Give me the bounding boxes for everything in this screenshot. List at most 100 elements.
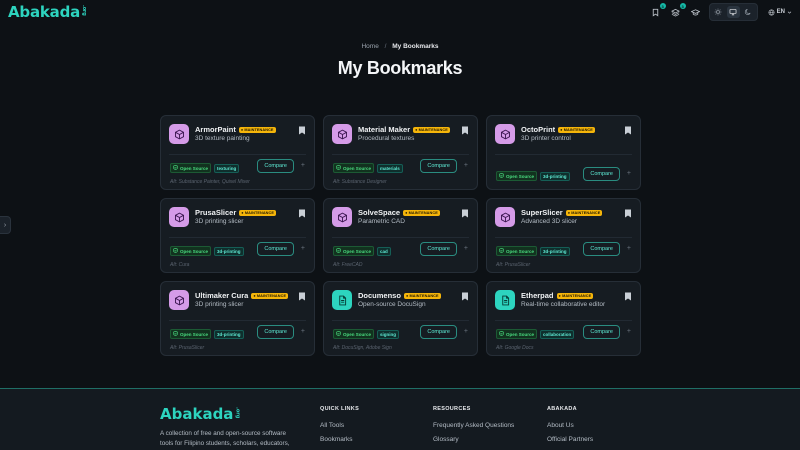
site-logo[interactable]: Abakada .org	[8, 3, 87, 21]
plus-icon[interactable]: +	[464, 328, 468, 335]
category-tag[interactable]: 3d-printing	[540, 171, 570, 181]
language-selector[interactable]: EN	[768, 9, 792, 16]
plus-icon[interactable]: +	[627, 328, 631, 335]
breadcrumb-home[interactable]: Home	[361, 43, 378, 50]
tool-card[interactable]: Documenso ● MAINTENANCE Open-source DocuSi…	[323, 281, 478, 356]
plus-icon[interactable]: +	[627, 170, 631, 177]
tool-name[interactable]: PrusaSlicer	[195, 208, 236, 217]
tool-card[interactable]: Ultimaker Cura ● MAINTENANCE 3D printing s…	[160, 281, 315, 356]
tool-card[interactable]: Material Maker ● MAINTENANCE Procedural te…	[323, 115, 478, 190]
bookmark-icon[interactable]	[461, 209, 469, 218]
alternatives-text: Alt: DocuSign, Adobe Sign	[333, 345, 392, 351]
tool-card[interactable]: SuperSlicer ● MAINTENANCE Advanced 3D slic…	[486, 198, 641, 273]
tool-name[interactable]: Ultimaker Cura	[195, 291, 248, 300]
card-divider	[495, 320, 632, 321]
cube-icon	[169, 124, 189, 144]
bookmark-icon[interactable]	[298, 209, 306, 218]
footer-link[interactable]: Bookmarks	[320, 436, 359, 443]
tool-description: 3D printing slicer	[195, 218, 244, 225]
maintenance-label: MAINTENANCE	[408, 210, 438, 215]
bookmark-icon[interactable]	[624, 209, 632, 218]
tool-title-row: Ultimaker Cura ● MAINTENANCE	[195, 291, 289, 300]
compare-button[interactable]: Compare	[583, 167, 620, 181]
compare-button[interactable]: Compare	[420, 159, 457, 173]
footer-link[interactable]: Glossary	[433, 436, 514, 443]
tool-tags: Open Source 3d-printing	[496, 171, 570, 181]
bookmark-icon[interactable]	[461, 292, 469, 301]
tool-name[interactable]: SolveSpace	[358, 208, 400, 217]
footer-link[interactable]: All Tools	[320, 422, 359, 429]
footer-link[interactable]: Official Partners	[547, 436, 593, 443]
tool-card[interactable]: PrusaSlicer ● MAINTENANCE 3D printing slic…	[160, 198, 315, 273]
card-divider	[332, 237, 469, 238]
plus-icon[interactable]: +	[464, 162, 468, 169]
bookmark-icon[interactable]	[298, 126, 306, 135]
compare-button[interactable]: Compare	[420, 325, 457, 339]
maintenance-label: MAINTENANCE	[409, 293, 439, 298]
cube-icon	[169, 290, 189, 310]
bookmark-icon[interactable]	[624, 292, 632, 301]
moon-icon[interactable]	[742, 6, 755, 18]
category-tag[interactable]: collaboration	[540, 329, 575, 339]
document-icon	[332, 290, 352, 310]
maintenance-badge: ● MAINTENANCE	[556, 292, 594, 299]
compare-button[interactable]: Compare	[583, 242, 620, 256]
monitor-icon[interactable]	[726, 6, 740, 18]
category-tag[interactable]: materials	[377, 163, 403, 173]
plus-icon[interactable]: +	[627, 245, 631, 252]
tool-card[interactable]: Etherpad ● MAINTENANCE Real-time collabora…	[486, 281, 641, 356]
category-tag[interactable]: 3d-printing	[540, 246, 570, 256]
license-label: Open Source	[180, 331, 209, 337]
plus-icon[interactable]: +	[301, 328, 305, 335]
card-divider	[332, 154, 469, 155]
breadcrumb: Home / My Bookmarks	[0, 43, 800, 50]
tool-name[interactable]: Etherpad	[521, 291, 554, 300]
category-tag[interactable]: texturing	[214, 163, 240, 173]
logo-tld: .org	[81, 5, 88, 16]
sidebar-toggle-button[interactable]: ›	[0, 216, 11, 234]
compare-button[interactable]: Compare	[257, 242, 294, 256]
tool-description: Parametric CAD	[358, 218, 405, 225]
compare-button[interactable]: Compare	[583, 325, 620, 339]
graduation-cap-icon[interactable]	[689, 5, 703, 19]
globe-icon	[768, 9, 775, 15]
open-source-badge: Open Source	[496, 171, 538, 181]
bookmark-grid: ArmorPaint ● MAINTENANCE 3D texture painti…	[160, 115, 641, 356]
category-tag[interactable]: 3d-printing	[214, 329, 244, 339]
tool-card[interactable]: SolveSpace ● MAINTENANCE Parametric CAD Ope…	[323, 198, 478, 273]
maintenance-badge: ● MAINTENANCE	[565, 209, 603, 216]
maintenance-badge: ● MAINTENANCE	[239, 209, 276, 216]
footer-logo[interactable]: Abakada .org	[160, 405, 240, 423]
compare-button[interactable]: Compare	[257, 325, 294, 339]
tool-name[interactable]: OctoPrint	[521, 125, 555, 134]
tool-description: 3D printer control	[521, 135, 571, 142]
shield-check-icon	[336, 248, 341, 254]
maintenance-badge: ● MAINTENANCE	[403, 209, 440, 216]
footer-column-heading: ABAKADA	[547, 406, 577, 412]
category-tag[interactable]: cad	[377, 246, 391, 256]
sun-icon[interactable]	[712, 6, 725, 18]
footer-link[interactable]: Frequently Asked Questions	[433, 422, 514, 429]
tool-name[interactable]: Material Maker	[358, 125, 410, 134]
tool-name[interactable]: Documenso	[358, 291, 401, 300]
plus-icon[interactable]: +	[301, 162, 305, 169]
plus-icon[interactable]: +	[301, 245, 305, 252]
tool-title-row: SuperSlicer ● MAINTENANCE	[521, 208, 603, 217]
stack-icon[interactable]: 3	[669, 3, 686, 19]
footer-link[interactable]: About Us	[547, 422, 593, 429]
footer-column-quick-links: QUICK LINKS All Tools Bookmarks	[320, 406, 359, 450]
tool-card[interactable]: ArmorPaint ● MAINTENANCE 3D texture painti…	[160, 115, 315, 190]
plus-icon[interactable]: +	[464, 245, 468, 252]
bookmark-icon[interactable]	[298, 292, 306, 301]
tool-name[interactable]: SuperSlicer	[521, 208, 563, 217]
category-tag[interactable]: 3d-printing	[214, 246, 244, 256]
compare-button[interactable]: Compare	[420, 242, 457, 256]
tool-name[interactable]: ArmorPaint	[195, 125, 236, 134]
compare-button[interactable]: Compare	[257, 159, 294, 173]
bookmarks-icon[interactable]: 3	[649, 3, 666, 19]
bookmark-icon[interactable]	[624, 126, 632, 135]
bookmark-icon[interactable]	[461, 126, 469, 135]
tool-card[interactable]: OctoPrint ● MAINTENANCE 3D printer control…	[486, 115, 641, 190]
category-tag[interactable]: signing	[377, 329, 400, 339]
footer-description: A collection of free and open-source sof…	[160, 430, 290, 447]
